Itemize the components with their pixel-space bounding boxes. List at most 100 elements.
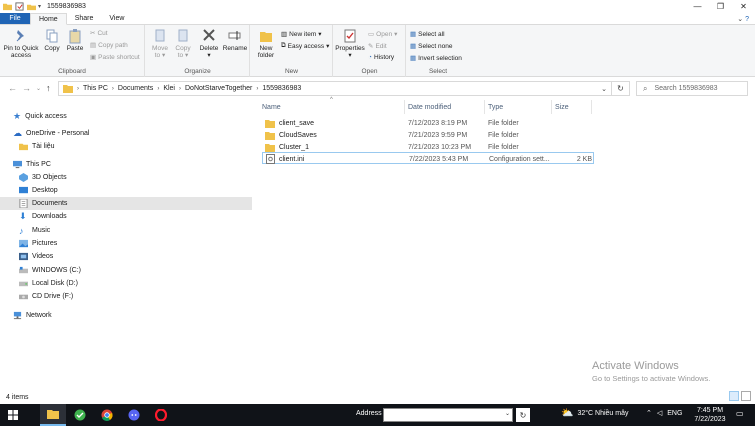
maximize-button[interactable]: ❐ bbox=[709, 0, 732, 13]
open-button[interactable]: ▭ Open ▾ bbox=[368, 30, 397, 39]
config-file-icon bbox=[266, 154, 275, 164]
invert-selection-button[interactable]: ▦ Invert selection bbox=[410, 54, 462, 63]
notification-icon[interactable]: ▭ bbox=[736, 409, 748, 421]
nav-cd-f[interactable]: CD Drive (F:) bbox=[0, 290, 252, 303]
ribbon-collapse-icon[interactable]: ⌄ ? bbox=[737, 15, 749, 23]
new-folder-button[interactable]: New folder bbox=[254, 28, 278, 59]
tab-share[interactable]: Share bbox=[67, 13, 102, 24]
nav-3d-objects[interactable]: 3D Objects bbox=[0, 171, 252, 184]
nav-network[interactable]: Network bbox=[0, 309, 252, 322]
taskbar-address-go[interactable]: ↻ bbox=[516, 408, 530, 422]
file-row-cloudsaves[interactable]: CloudSaves 7/21/2023 9:59 PM File folder bbox=[262, 129, 594, 141]
nav-music[interactable]: ♪ Music bbox=[0, 224, 252, 237]
paste-shortcut-button[interactable]: ▣ Paste shortcut bbox=[90, 53, 140, 62]
rename-button[interactable]: Rename bbox=[222, 28, 248, 52]
forward-arrow-icon[interactable]: → bbox=[22, 83, 31, 93]
column-date-modified[interactable]: Date modified bbox=[405, 100, 485, 114]
ribbon: Pin to Quick access Copy Paste ✂ Cut ▤ Cop… bbox=[0, 25, 755, 77]
file-list: ^ Name Date modified Type Size client_sa… bbox=[259, 97, 755, 387]
nav-pictures[interactable]: Pictures bbox=[0, 237, 252, 250]
properties-quick-icon[interactable] bbox=[15, 2, 24, 11]
details-view-icon[interactable] bbox=[729, 391, 739, 401]
file-date: 7/12/2023 8:19 PM bbox=[408, 119, 468, 127]
edit-button[interactable]: ✎ Edit bbox=[368, 42, 387, 51]
task-view-gap bbox=[27, 404, 37, 426]
paste-button[interactable]: Paste bbox=[64, 28, 86, 52]
close-button[interactable]: ✕ bbox=[732, 0, 755, 13]
windows-logo-icon bbox=[8, 410, 18, 420]
nav-onedrive[interactable]: ☁ OneDrive - Personal bbox=[0, 127, 252, 140]
desktop-icon bbox=[19, 186, 28, 194]
clock[interactable]: 7:45 PM 7/22/2023 bbox=[690, 406, 730, 424]
tab-home[interactable]: Home bbox=[30, 13, 67, 25]
properties-button[interactable]: Properties ▾ bbox=[335, 28, 365, 59]
tab-file[interactable]: File bbox=[0, 13, 30, 24]
tab-view[interactable]: View bbox=[101, 13, 132, 24]
edit-icon: ✎ bbox=[368, 43, 374, 50]
crumb-dst[interactable]: DoNotStarveTogether bbox=[185, 85, 252, 92]
easy-access-button[interactable]: ⧉ Easy access ▾ bbox=[281, 42, 329, 50]
nav-local-d[interactable]: Local Disk (D:) bbox=[0, 277, 252, 290]
navigation-pane: ★ Quick access ☁ OneDrive - Personal Tài… bbox=[0, 104, 252, 389]
nav-downloads[interactable]: ⬇ Downloads bbox=[0, 210, 252, 223]
title-bar: ▾ 1559836983 — ❐ ✕ bbox=[0, 0, 755, 13]
column-type[interactable]: Type bbox=[485, 100, 552, 114]
nav-tai-lieu[interactable]: Tài liệu bbox=[0, 140, 252, 153]
chevron-down-icon[interactable]: ⌄ bbox=[601, 85, 607, 93]
crumb-klei[interactable]: Klei bbox=[163, 85, 175, 92]
pin-quick-access-button[interactable]: Pin to Quick access bbox=[2, 28, 40, 59]
move-to-button[interactable]: Move to ▾ bbox=[149, 28, 171, 59]
delete-button[interactable]: Delete ▾ bbox=[198, 28, 220, 59]
minimize-button[interactable]: — bbox=[686, 0, 709, 13]
nav-quick-access[interactable]: ★ Quick access bbox=[0, 110, 252, 123]
weather-widget[interactable]: ⛅ 32°C Nhiều mây bbox=[561, 408, 629, 419]
taskbar-file-explorer[interactable] bbox=[40, 404, 66, 426]
back-arrow-icon[interactable]: ← bbox=[8, 83, 17, 93]
taskbar-opera[interactable] bbox=[148, 404, 174, 426]
open-group: Properties ▾ ▭ Open ▾ ✎ Edit ◔ History Open bbox=[334, 25, 406, 77]
nav-windows-c[interactable]: WINDOWS (C:) bbox=[0, 264, 252, 277]
taskbar-address-input[interactable] bbox=[383, 408, 513, 422]
chevron-down-icon[interactable]: ⌄ bbox=[505, 410, 510, 417]
network-icon bbox=[13, 311, 22, 320]
easy-access-icon: ⧉ bbox=[281, 42, 286, 49]
history-button[interactable]: ◔ History bbox=[368, 54, 394, 61]
column-name[interactable]: Name bbox=[259, 100, 405, 114]
nav-documents[interactable]: Documents bbox=[0, 197, 252, 210]
recent-locations-icon[interactable]: ⌄ bbox=[36, 85, 41, 92]
pin-icon bbox=[16, 30, 24, 42]
paste-shortcut-icon: ▣ bbox=[90, 54, 97, 61]
taskbar-app-green[interactable] bbox=[67, 404, 93, 426]
large-icons-view-icon[interactable] bbox=[741, 391, 751, 401]
file-row-client-ini[interactable]: client.ini 7/22/2023 5:43 PM Configurati… bbox=[262, 152, 594, 164]
new-item-button[interactable]: ▥ New item ▾ bbox=[281, 30, 322, 39]
copy-button[interactable]: Copy bbox=[41, 28, 63, 52]
column-size[interactable]: Size bbox=[552, 100, 592, 114]
crumb-this-pc[interactable]: This PC bbox=[83, 85, 108, 92]
nav-videos[interactable]: Videos bbox=[0, 250, 252, 263]
language-indicator[interactable]: ENG bbox=[667, 410, 682, 417]
volume-icon[interactable]: ◁ bbox=[657, 409, 662, 417]
select-all-button[interactable]: ▦ Select all bbox=[410, 30, 445, 39]
nav-this-pc[interactable]: This PC bbox=[0, 158, 252, 171]
crumb-current[interactable]: 1559836983 bbox=[262, 85, 301, 92]
taskbar-chrome[interactable] bbox=[94, 404, 120, 426]
copy-to-button[interactable]: Copy to ▾ bbox=[172, 28, 194, 59]
crumb-documents[interactable]: Documents bbox=[118, 85, 153, 92]
refresh-button[interactable]: ↻ bbox=[612, 81, 630, 96]
copy-path-button[interactable]: ▤ Copy path bbox=[90, 41, 128, 50]
customize-qa-icon[interactable]: ▾ bbox=[38, 3, 41, 10]
nav-desktop[interactable]: Desktop bbox=[0, 184, 252, 197]
chevron-right-icon: › bbox=[157, 85, 160, 92]
start-button[interactable] bbox=[0, 404, 26, 426]
cut-button[interactable]: ✂ Cut bbox=[90, 29, 108, 38]
taskbar-discord[interactable] bbox=[121, 404, 147, 426]
chevron-up-icon[interactable]: ⌃ bbox=[646, 409, 652, 417]
address-bar[interactable]: › This PC › Documents › Klei › DoNotStar… bbox=[58, 81, 612, 96]
select-none-button[interactable]: ▦ Select none bbox=[410, 42, 453, 51]
file-explorer-window: ▾ 1559836983 — ❐ ✕ File Home Share View … bbox=[0, 0, 755, 404]
file-row-client-save[interactable]: client_save 7/12/2023 8:19 PM File folde… bbox=[262, 117, 594, 129]
new-folder-quick-icon[interactable] bbox=[27, 2, 36, 11]
up-arrow-icon[interactable]: ↑ bbox=[46, 83, 51, 93]
search-input[interactable]: ⌕ Search 1559836983 bbox=[636, 81, 748, 96]
